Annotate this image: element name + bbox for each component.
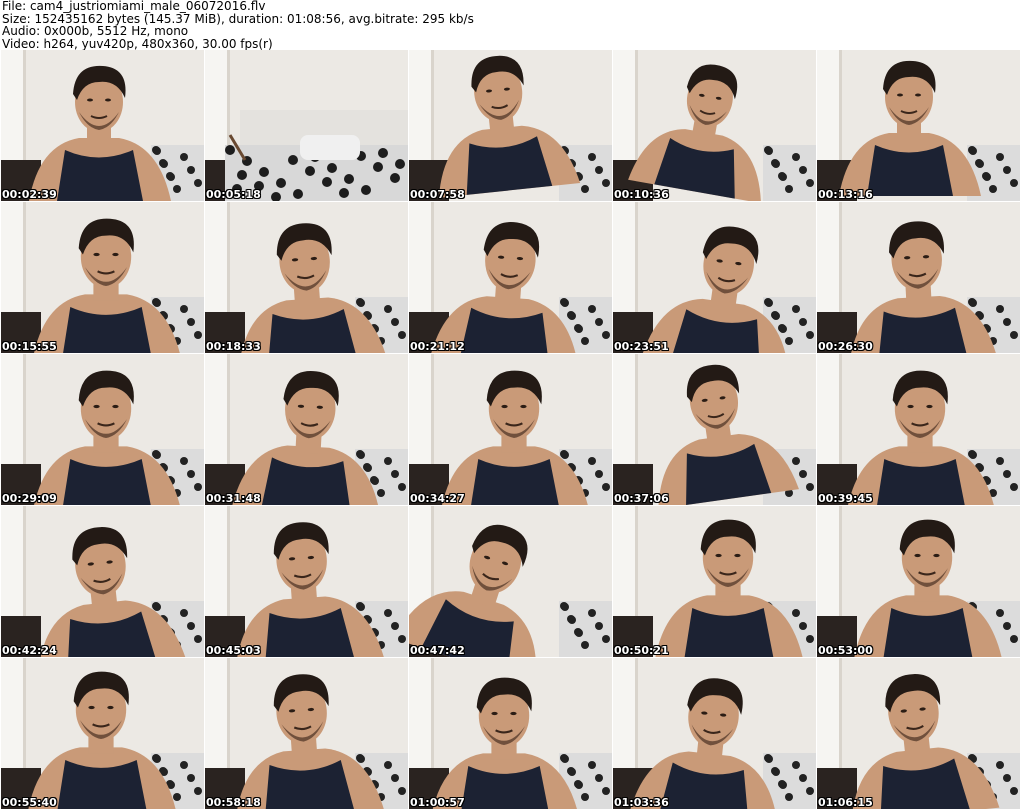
thumbnail-image [409,506,612,657]
thumbnail-image [409,50,612,201]
audio-info: Audio: 0x000b, 5512 Hz, mono [2,24,189,38]
video-thumbnail[interactable]: 01:00:57 [409,658,612,809]
thumbnail-timestamp: 00:23:51 [614,340,669,353]
thumbnail-image [613,50,816,201]
thumbnail-timestamp: 00:39:45 [818,492,873,505]
video-thumbnail[interactable]: 00:34:27 [409,354,612,505]
thumbnail-timestamp: 00:13:16 [818,188,873,201]
thumbnail-timestamp: 00:34:27 [410,492,465,505]
thumbnail-image [817,50,1020,201]
video-thumbnail[interactable]: 00:13:16 [817,50,1020,201]
thumbnail-image [1,202,204,353]
thumbnail-timestamp: 00:37:06 [614,492,669,505]
thumbnail-grid: 00:02:39 00:05:18 00:07:58 00:10:36 00:13:16… [1,50,1020,809]
thumbnail-image [817,354,1020,505]
video-thumbnail[interactable]: 00:55:40 [1,658,204,809]
video-thumbnail[interactable]: 00:42:24 [1,506,204,657]
thumbnail-image [205,658,408,809]
video-thumbnail[interactable]: 00:45:03 [205,506,408,657]
thumbnail-image [613,658,816,809]
video-thumbnail[interactable]: 00:47:42 [409,506,612,657]
video-thumbnail[interactable]: 00:21:12 [409,202,612,353]
thumbnail-timestamp: 00:50:21 [614,644,669,657]
thumbnail-image [1,658,204,809]
thumbnail-image [613,354,816,505]
thumbnail-image [205,50,408,201]
video-thumbnail[interactable]: 00:50:21 [613,506,816,657]
thumbnail-image [205,354,408,505]
thumbnail-image [205,202,408,353]
thumbnail-timestamp: 00:26:30 [818,340,873,353]
thumbnail-image [1,354,204,505]
video-thumbnail[interactable]: 00:05:18 [205,50,408,201]
thumbnail-image [409,354,612,505]
thumbnail-timestamp: 00:18:33 [206,340,261,353]
thumbnail-timestamp: 00:29:09 [2,492,57,505]
thumbnail-image [613,202,816,353]
thumbnail-image [817,658,1020,809]
thumbnail-timestamp: 01:03:36 [614,796,669,809]
thumbnail-image [1,506,204,657]
video-thumbnail[interactable]: 00:07:58 [409,50,612,201]
video-thumbnail[interactable]: 00:23:51 [613,202,816,353]
thumbnail-image [817,202,1020,353]
thumbnail-timestamp: 00:55:40 [2,796,57,809]
file-info-header: File: cam4_justriomiami_male_06072016.fl… [2,0,1022,50]
file-name: File: cam4_justriomiami_male_06072016.fl… [2,0,266,13]
thumbnail-timestamp: 01:06:15 [818,796,873,809]
video-thumbnail[interactable]: 01:03:36 [613,658,816,809]
thumbnail-timestamp: 00:47:42 [410,644,465,657]
video-thumbnail[interactable]: 00:18:33 [205,202,408,353]
thumbnail-timestamp: 00:45:03 [206,644,261,657]
video-thumbnail[interactable]: 00:39:45 [817,354,1020,505]
thumbnail-timestamp: 01:00:57 [410,796,465,809]
thumbnail-image [409,202,612,353]
thumbnail-timestamp: 00:42:24 [2,644,57,657]
thumbnail-image [409,658,612,809]
video-thumbnail[interactable]: 00:02:39 [1,50,204,201]
video-info: Video: h264, yuv420p, 480x360, 30.00 fps… [2,36,273,51]
video-thumbnail[interactable]: 00:31:48 [205,354,408,505]
video-thumbnail[interactable]: 01:06:15 [817,658,1020,809]
thumbnail-timestamp: 00:02:39 [2,188,57,201]
thumbnail-timestamp: 00:10:36 [614,188,669,201]
video-thumbnail[interactable]: 00:10:36 [613,50,816,201]
thumbnail-timestamp: 00:05:18 [206,188,261,201]
thumbnail-timestamp: 00:53:00 [818,644,873,657]
thumbnail-timestamp: 00:07:58 [410,188,465,201]
video-thumbnail[interactable]: 00:53:00 [817,506,1020,657]
video-thumbnail[interactable]: 00:29:09 [1,354,204,505]
thumbnail-image [205,506,408,657]
video-thumbnail[interactable]: 00:37:06 [613,354,816,505]
thumbnail-image [1,50,204,201]
thumbnail-timestamp: 00:58:18 [206,796,261,809]
video-thumbnail[interactable]: 00:15:55 [1,202,204,353]
video-thumbnail[interactable]: 00:58:18 [205,658,408,809]
thumbnail-timestamp: 00:15:55 [2,340,57,353]
thumbnail-timestamp: 00:31:48 [206,492,261,505]
thumbnail-image [613,506,816,657]
thumbnail-image [817,506,1020,657]
video-thumbnail[interactable]: 00:26:30 [817,202,1020,353]
thumbnail-timestamp: 00:21:12 [410,340,465,353]
